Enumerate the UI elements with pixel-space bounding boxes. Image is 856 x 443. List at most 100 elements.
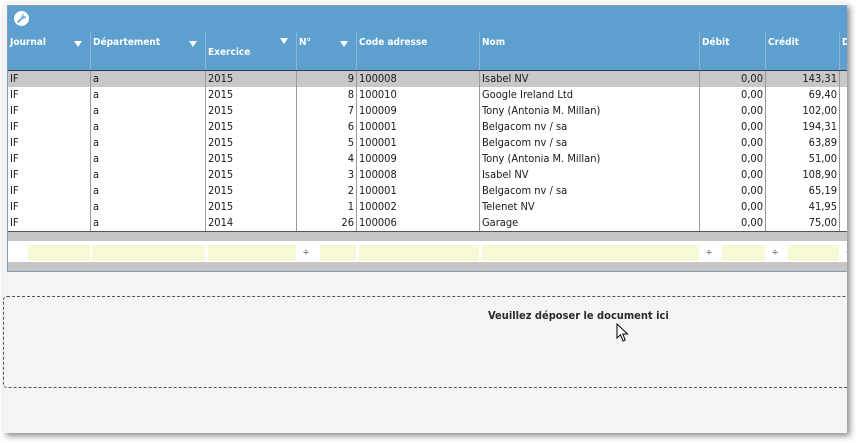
- sort-arrow-icon[interactable]: [189, 41, 197, 47]
- cell-debit: 0,00: [700, 87, 766, 103]
- cell-nom: Isabel NV: [480, 167, 700, 183]
- table-row[interactable]: IF a 2015 6 100001 Belgacom nv / sa 0,00 194,31: [8, 119, 847, 136]
- filter-input-nom[interactable]: [482, 245, 699, 261]
- cell-extra: [840, 119, 847, 135]
- cell-exercice: 2015: [206, 151, 297, 167]
- cell-code-adresse: 100001: [357, 135, 480, 151]
- filter-input-departement[interactable]: [92, 245, 205, 261]
- column-label: Département: [93, 37, 161, 48]
- cell-credit: 63,89: [766, 135, 840, 151]
- cell-code-adresse: 100001: [357, 119, 480, 135]
- column-label: N°: [299, 37, 312, 48]
- cell-nom: Belgacom nv / sa: [480, 183, 700, 199]
- cell-extra: [840, 135, 847, 151]
- filter-operator-extra[interactable]: ÷: [842, 245, 847, 261]
- column-header-departement[interactable]: Département: [91, 32, 206, 70]
- table-row[interactable]: IF a 2015 7 100009 Tony (Antonia M. Millan) 0,…: [8, 103, 847, 120]
- sort-arrow-icon[interactable]: [340, 41, 348, 47]
- wrench-icon[interactable]: [14, 11, 29, 26]
- cell-journal: IF: [8, 151, 91, 167]
- cell-debit: 0,00: [700, 215, 766, 231]
- cell-code-adresse: 100002: [357, 199, 480, 215]
- sort-arrow-icon[interactable]: [74, 41, 82, 47]
- cell-credit: 69,40: [766, 87, 840, 103]
- cell-exercice: 2014: [206, 215, 297, 231]
- cell-exercice: 2015: [206, 103, 297, 119]
- cell-departement: a: [91, 183, 206, 199]
- cell-debit: 0,00: [700, 71, 766, 87]
- column-header-debit[interactable]: Débit: [700, 32, 766, 70]
- cell-code-adresse: 100010: [357, 87, 480, 103]
- table-row[interactable]: IF a 2015 9 100008 Isabel NV 0,00 143,31: [8, 71, 847, 88]
- table-row[interactable]: IF a 2015 1 100002 Telenet NV 0,00 41,95: [8, 199, 847, 216]
- table-row[interactable]: IF a 2015 2 100001 Belgacom nv / sa 0,00 65,19: [8, 183, 847, 200]
- filter-input-journal[interactable]: [28, 245, 90, 261]
- cell-exercice: 2015: [206, 71, 297, 87]
- cell-numero: 4: [297, 151, 357, 167]
- cell-extra: [840, 199, 847, 215]
- cell-debit: 0,00: [700, 103, 766, 119]
- cell-extra: [840, 87, 847, 103]
- column-label: Nom: [482, 37, 506, 48]
- grid-toolbar: [8, 6, 847, 32]
- table-row[interactable]: IF a 2015 8 100010 Google Ireland Ltd 0,00 69,4…: [8, 87, 847, 104]
- cell-exercice: 2015: [206, 135, 297, 151]
- cell-journal: IF: [8, 183, 91, 199]
- column-header-credit[interactable]: Crédit: [766, 32, 840, 70]
- filter-operator-credit[interactable]: ÷: [768, 245, 782, 261]
- column-header-numero[interactable]: N°: [297, 32, 357, 70]
- filter-input-credit[interactable]: [788, 245, 839, 261]
- table-row[interactable]: IF a 2015 5 100001 Belgacom nv / sa 0,00 63,89: [8, 135, 847, 152]
- filter-operator-debit[interactable]: ÷: [702, 245, 716, 261]
- cell-numero: 7: [297, 103, 357, 119]
- filter-row: ÷ ÷ ÷ ÷: [8, 242, 847, 262]
- cell-extra: [840, 215, 847, 231]
- cell-departement: a: [91, 215, 206, 231]
- cell-departement: a: [91, 119, 206, 135]
- cell-journal: IF: [8, 199, 91, 215]
- column-header-exercice[interactable]: Exercice: [206, 32, 297, 70]
- cell-journal: IF: [8, 87, 91, 103]
- cell-credit: 108,90: [766, 167, 840, 183]
- cell-numero: 2: [297, 183, 357, 199]
- cell-credit: 41,95: [766, 199, 840, 215]
- filter-input-debit[interactable]: [722, 245, 765, 261]
- cell-debit: 0,00: [700, 135, 766, 151]
- dropzone-label: Veuillez déposer le document ici: [488, 309, 669, 322]
- cell-nom: Belgacom nv / sa: [480, 119, 700, 135]
- cell-debit: 0,00: [700, 199, 766, 215]
- filter-input-numero[interactable]: [320, 245, 356, 261]
- cell-journal: IF: [8, 119, 91, 135]
- table-row[interactable]: IF a 2015 4 100009 Tony (Antonia M. Millan) 0,…: [8, 151, 847, 168]
- table-row[interactable]: IF a 2015 3 100008 Isabel NV 0,00 108,90: [8, 167, 847, 184]
- cell-code-adresse: 100006: [357, 215, 480, 231]
- column-header-code-adresse[interactable]: Code adresse: [357, 32, 480, 70]
- filter-input-exercice[interactable]: [208, 245, 296, 261]
- sort-arrow-icon[interactable]: [280, 38, 288, 44]
- cell-debit: 0,00: [700, 119, 766, 135]
- cell-departement: a: [91, 135, 206, 151]
- column-label: Exercice: [208, 47, 251, 58]
- filter-input-code-adresse[interactable]: [359, 245, 479, 261]
- cell-numero: 26: [297, 215, 357, 231]
- cell-extra: [840, 71, 847, 87]
- cell-journal: IF: [8, 103, 91, 119]
- cell-journal: IF: [8, 167, 91, 183]
- document-dropzone[interactable]: Veuillez déposer le document ici: [3, 296, 847, 388]
- cell-extra: [840, 167, 847, 183]
- column-header-nom[interactable]: Nom: [480, 32, 700, 70]
- data-grid: Journal Département Exercice N° Code adr…: [7, 5, 847, 272]
- filter-operator-numero[interactable]: ÷: [299, 245, 313, 261]
- window: Journal Département Exercice N° Code adr…: [3, 3, 847, 433]
- cell-numero: 6: [297, 119, 357, 135]
- column-header-extra[interactable]: D: [840, 32, 847, 70]
- column-header-journal[interactable]: Journal: [8, 32, 91, 70]
- cell-departement: a: [91, 71, 206, 87]
- cell-nom: Google Ireland Ltd: [480, 87, 700, 103]
- cell-exercice: 2015: [206, 167, 297, 183]
- cell-debit: 0,00: [700, 183, 766, 199]
- table-row[interactable]: IF a 2014 26 100006 Garage 0,00 75,00: [8, 215, 847, 232]
- cell-nom: Tony (Antonia M. Millan): [480, 151, 700, 167]
- cell-journal: IF: [8, 215, 91, 231]
- cell-credit: 65,19: [766, 183, 840, 199]
